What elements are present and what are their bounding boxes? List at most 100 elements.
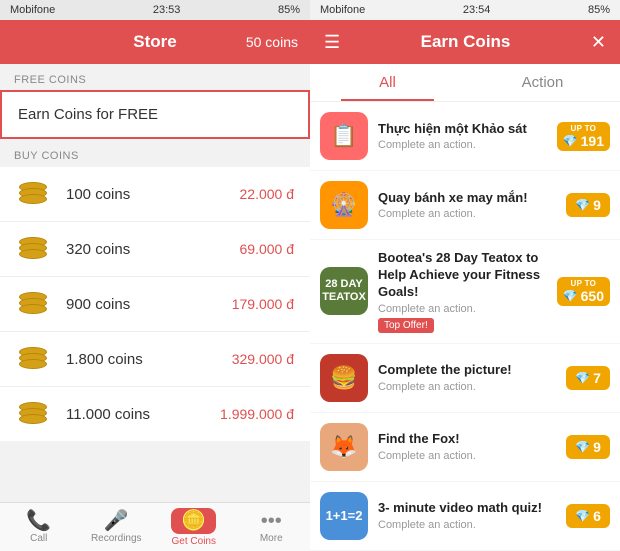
offers-list: 📋 Thực hiện một Khảo sát Complete an act… <box>310 102 620 551</box>
survey-coins: UP TO 💎 191 <box>557 122 610 151</box>
get-coins-icon-wrap: 🪙 <box>171 508 216 534</box>
coin-price-0: 22.000 đ <box>240 186 295 202</box>
coin-row-3[interactable]: 1.800 coins 329.000 đ <box>0 332 310 387</box>
store-title: Store <box>133 32 176 52</box>
nav-get-coins-label: Get Coins <box>172 536 216 547</box>
coin-label-3: 1.800 coins <box>66 351 232 368</box>
math-coins: 💎 6 <box>566 504 610 528</box>
offer-wheel[interactable]: 🎡 Quay bánh xe may mắn! Complete an acti… <box>310 171 620 239</box>
coin-icon-2 <box>16 289 52 319</box>
top-offer-badge: Top Offer! <box>378 318 434 333</box>
coin-row-4[interactable]: 11.000 coins 1.999.000 đ <box>0 387 310 441</box>
free-coins-text: Earn Coins for FREE <box>18 106 158 123</box>
nav-more-label: More <box>260 533 283 544</box>
wheel-title: Quay bánh xe may mắn! <box>378 190 556 207</box>
coin-label-2: 900 coins <box>66 296 232 313</box>
bootea-upto: UP TO <box>571 279 597 288</box>
carrier-right: Mobifone <box>320 4 365 16</box>
wheel-gem-icon: 💎 <box>575 198 590 212</box>
nav-call[interactable]: 📞 Call <box>0 511 78 544</box>
wheel-info: Quay bánh xe may mắn! Complete an action… <box>378 190 556 221</box>
math-thumb: 1+1=2 <box>320 492 368 540</box>
status-bar-right: Mobifone 23:54 85% <box>310 0 620 20</box>
coin-row-0[interactable]: 100 coins 22.000 đ <box>0 167 310 222</box>
math-coin-number: 6 <box>593 508 601 524</box>
offer-survey[interactable]: 📋 Thực hiện một Khảo sát Complete an act… <box>310 102 620 170</box>
coin-label-0: 100 coins <box>66 186 240 203</box>
recordings-icon: 🎤 <box>104 511 129 531</box>
nav-recordings-label: Recordings <box>91 533 142 544</box>
time-right: 23:54 <box>463 4 491 16</box>
nav-call-label: Call <box>30 533 47 544</box>
survey-coin-number: 191 <box>581 133 604 149</box>
coin-label-1: 320 coins <box>66 241 240 258</box>
bootea-info: Bootea's 28 Day Teatox to Help Achieve y… <box>378 250 547 333</box>
picture-thumb: 🍔 <box>320 354 368 402</box>
status-bar-left: Mobifone 23:53 85% <box>0 0 310 20</box>
coin-row-1[interactable]: 320 coins 69.000 đ <box>0 222 310 277</box>
bootea-gem-icon: 💎 <box>563 289 578 303</box>
nav-more[interactable]: ••• More <box>233 511 311 544</box>
coin-icon-3 <box>16 344 52 374</box>
math-info: 3- minute video math quiz! Complete an a… <box>378 500 556 531</box>
bootea-thumb: 28 DAY TEATOX <box>320 267 368 315</box>
free-coins-item[interactable]: Earn Coins for FREE <box>0 90 310 139</box>
nav-recordings[interactable]: 🎤 Recordings <box>78 511 156 544</box>
survey-gem-icon: 💎 <box>563 134 578 148</box>
battery-left: 85% <box>278 4 300 16</box>
wheel-thumb: 🎡 <box>320 181 368 229</box>
more-icon: ••• <box>261 511 282 531</box>
wheel-coin-number: 9 <box>593 197 601 213</box>
fox-info: Find the Fox! Complete an action. <box>378 431 556 462</box>
offer-picture[interactable]: 🍔 Complete the picture! Complete an acti… <box>310 344 620 412</box>
coin-row-2[interactable]: 900 coins 179.000 đ <box>0 277 310 332</box>
bootea-coins: UP TO 💎 650 <box>557 277 610 306</box>
tabs-row: All Action <box>310 64 620 102</box>
math-sub: Complete an action. <box>378 519 556 531</box>
coin-label-4: 11.000 coins <box>66 406 220 423</box>
left-panel: Mobifone 23:53 85% Store 50 coins FREE C… <box>0 0 310 551</box>
buy-coins-list: 100 coins 22.000 đ 320 coins 69.000 đ <box>0 167 310 441</box>
picture-sub: Complete an action. <box>378 381 556 393</box>
get-coins-icon: 🪙 <box>181 510 206 532</box>
battery-right: 85% <box>588 4 610 16</box>
free-coins-label: FREE COINS <box>0 64 310 90</box>
picture-info: Complete the picture! Complete an action… <box>378 362 556 393</box>
wheel-coins: 💎 9 <box>566 193 610 217</box>
tab-all-label: All <box>379 74 396 91</box>
earn-coins-title: Earn Coins <box>421 32 511 52</box>
nav-get-coins[interactable]: 🪙 Get Coins <box>155 508 233 547</box>
picture-coin-number: 7 <box>593 370 601 386</box>
fox-coins: 💎 9 <box>566 435 610 459</box>
math-gem-icon: 💎 <box>575 509 590 523</box>
tab-action[interactable]: Action <box>465 64 620 101</box>
fox-title: Find the Fox! <box>378 431 556 448</box>
bootea-title: Bootea's 28 Day Teatox to Help Achieve y… <box>378 250 547 301</box>
fox-gem-icon: 💎 <box>575 440 590 454</box>
picture-gem-icon: 💎 <box>575 371 590 385</box>
survey-title: Thực hiện một Khảo sát <box>378 121 547 138</box>
offer-bootea[interactable]: 28 DAY TEATOX Bootea's 28 Day Teatox to … <box>310 240 620 343</box>
coin-icon-0 <box>16 179 52 209</box>
right-panel: Mobifone 23:54 85% ☰ Earn Coins ✕ All Ac… <box>310 0 620 551</box>
offer-fox[interactable]: 🦊 Find the Fox! Complete an action. 💎 9 <box>310 413 620 481</box>
tab-all[interactable]: All <box>310 64 465 101</box>
survey-thumb: 📋 <box>320 112 368 160</box>
coin-price-3: 329.000 đ <box>232 351 294 367</box>
coin-icon-1 <box>16 234 52 264</box>
coin-price-2: 179.000 đ <box>232 296 294 312</box>
bootea-sub: Complete an action. <box>378 303 547 315</box>
survey-sub: Complete an action. <box>378 139 547 151</box>
bootea-coin-number: 650 <box>581 288 604 304</box>
time-left: 23:53 <box>153 4 181 16</box>
fox-coin-number: 9 <box>593 439 601 455</box>
buy-coins-label: BUY COINS <box>0 140 310 166</box>
header-right: ☰ Earn Coins ✕ <box>310 20 620 64</box>
menu-icon[interactable]: ☰ <box>324 32 340 53</box>
fox-thumb: 🦊 <box>320 423 368 471</box>
close-icon[interactable]: ✕ <box>591 32 606 53</box>
picture-coins: 💎 7 <box>566 366 610 390</box>
offer-math[interactable]: 1+1=2 3- minute video math quiz! Complet… <box>310 482 620 550</box>
coin-price-1: 69.000 đ <box>240 241 295 257</box>
math-title: 3- minute video math quiz! <box>378 500 556 517</box>
